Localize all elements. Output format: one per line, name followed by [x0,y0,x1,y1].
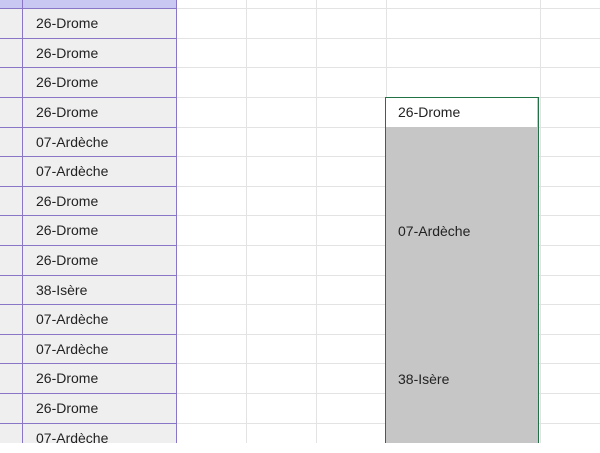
cell-value[interactable]: 07-Ardèche [36,157,108,186]
grid-row-line [176,8,600,9]
spreadsheet-grid[interactable]: 26-Drome 26-Drome 26-Drome 26-Drome 07-A… [0,0,600,446]
cell-value[interactable]: 26-Drome [36,364,98,393]
selected-cell-value: 07-Ardèche [398,223,471,239]
cell-value[interactable]: 07-Ardèche [36,424,108,453]
cell-value[interactable]: 26-Drome [36,246,98,275]
selected-cell-value: 38-Isère [398,371,450,387]
cell-value[interactable]: 26-Drome [36,39,98,68]
column-header-strip [0,0,177,8]
selected-range[interactable]: 26-Drome 07-Ardèche 38-Isère [385,97,539,443]
cell-value[interactable]: 07-Ardèche [36,335,108,364]
cell-value[interactable]: 26-Drome [36,68,98,97]
cell-value[interactable]: 38-Isère [36,276,87,305]
row-border [0,275,177,276]
cell-value[interactable]: 07-Ardèche [36,128,108,157]
active-cell-value: 26-Drome [398,104,461,120]
cell-value[interactable]: 26-Drome [36,9,98,38]
cell-value[interactable]: 26-Drome [36,394,98,423]
cell-value[interactable]: 07-Ardèche [36,305,108,334]
cell-value[interactable]: 26-Drome [36,187,98,216]
cell-value[interactable]: 26-Drome [36,216,98,245]
cell-value[interactable]: 26-Drome [36,98,98,127]
grid-row-line [176,67,600,68]
grid-row-line [176,38,600,39]
